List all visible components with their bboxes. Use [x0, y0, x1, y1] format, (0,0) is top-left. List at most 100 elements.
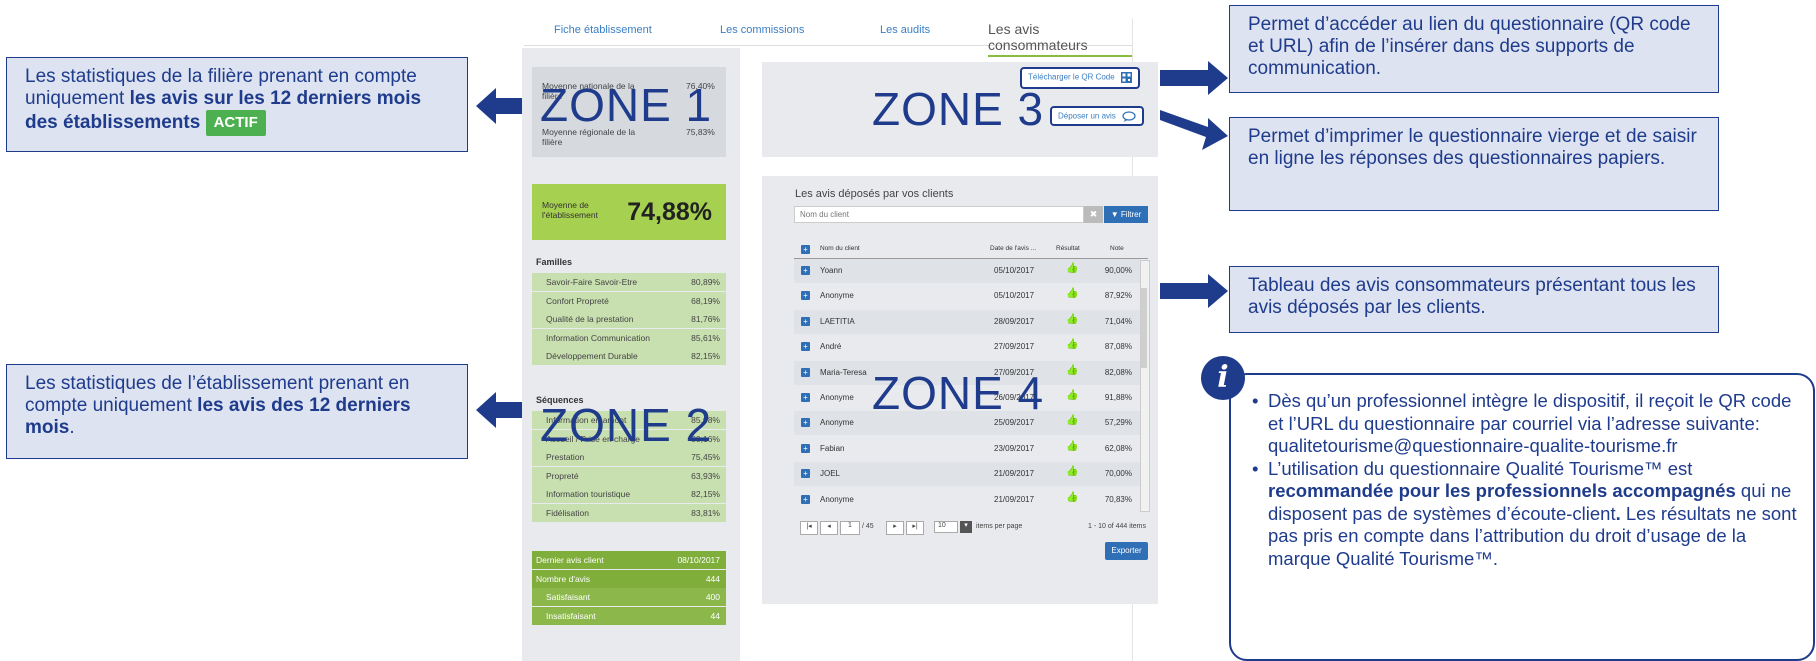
- per-page-select[interactable]: 10: [934, 521, 958, 533]
- sequences-row: Propreté 63,93%: [532, 466, 726, 485]
- summary-row-label: Dernier avis client: [536, 555, 604, 565]
- table-row[interactable]: + Anonyme 21/09/2017 👍 70,83%: [794, 488, 1140, 512]
- client-search-input[interactable]: [794, 206, 1084, 223]
- sequences-row-value: 63,93%: [691, 470, 720, 481]
- page-input[interactable]: 1: [840, 521, 860, 535]
- info-list: Dès qu’un professionnel intègre le dispo…: [1246, 390, 1806, 570]
- table-row[interactable]: + Anonyme 05/10/2017 👍 87,92%: [794, 284, 1140, 308]
- familles-row-value: 85,61%: [691, 332, 720, 343]
- chevron-down-icon[interactable]: ▾: [960, 521, 972, 533]
- col-result[interactable]: Résultat: [1056, 245, 1080, 252]
- client-name: Anonyme: [820, 393, 854, 402]
- last-page-button[interactable]: ▸|: [906, 521, 924, 535]
- expand-row-icon[interactable]: +: [801, 469, 810, 479]
- table-scrollbar-thumb[interactable]: [1141, 288, 1147, 368]
- reviews-table-header: + Nom du client Date de l'avis ... Résul…: [794, 242, 1148, 259]
- col-note[interactable]: Note: [1110, 245, 1124, 252]
- expand-all-icon[interactable]: +: [801, 245, 810, 254]
- summary-row-label: Insatisfaisant: [546, 610, 596, 621]
- sequences-row: Accueil / Prise en charge 80,16%: [532, 429, 726, 448]
- col-review-date[interactable]: Date de l'avis ...: [990, 245, 1036, 252]
- familles-row-label: Qualité de la prestation: [546, 314, 634, 324]
- expand-row-icon[interactable]: +: [801, 266, 810, 275]
- establishment-average-card: Moyenne de l'établissement 74,88%: [532, 184, 726, 240]
- filter-label: Filtrer: [1120, 210, 1142, 219]
- tab-commissions[interactable]: Les commissions: [720, 24, 804, 36]
- next-page-button[interactable]: ▸: [886, 521, 904, 535]
- sequences-row-value: 75,45%: [691, 452, 720, 462]
- prev-page-button[interactable]: ◂: [820, 521, 838, 535]
- table-row[interactable]: + Maria-Teresa 27/09/2017 👍 82,08%: [794, 360, 1140, 385]
- sequences-row: Information touristique 82,15%: [532, 485, 726, 503]
- info-bullet-2-bold: recommandée pour les professionnels acco…: [1268, 480, 1736, 501]
- expand-row-icon[interactable]: +: [801, 316, 810, 326]
- thumbs-up-icon: 👍: [1066, 390, 1079, 401]
- thumbs-up-icon: 👍: [1066, 466, 1079, 478]
- summary-row-label: Satisfaisant: [546, 592, 590, 602]
- summary-row: Nombre d'avis 444: [532, 569, 726, 588]
- client-name: Anonyme: [820, 494, 854, 504]
- table-row[interactable]: + Anonyme 25/09/2017 👍 57,29%: [794, 411, 1140, 436]
- items-range: 1 - 10 of 444 items: [1088, 523, 1146, 530]
- thumbs-up-icon: 👍: [1066, 491, 1079, 503]
- expand-row-icon[interactable]: +: [801, 494, 810, 504]
- review-note: 87,08%: [1104, 342, 1132, 352]
- familles-row: Qualité de la prestation 81,76%: [532, 310, 726, 328]
- thumbs-up-icon: 👍: [1066, 339, 1079, 351]
- download-qr-button[interactable]: Télécharger le QR Code: [1020, 67, 1140, 89]
- export-button[interactable]: Exporter: [1105, 542, 1148, 560]
- thumbs-up-icon: 👍: [1066, 263, 1079, 274]
- review-note: 91,88%: [1104, 393, 1132, 402]
- tab-fiche-etablissement[interactable]: Fiche établissement: [554, 24, 652, 36]
- familles-row: Confort Propreté 68,19%: [532, 291, 726, 310]
- qr-code-icon: [1120, 72, 1132, 83]
- expand-row-icon[interactable]: +: [801, 291, 810, 301]
- sequences-title: Séquences: [536, 395, 584, 405]
- filter-icon: ▼: [1110, 210, 1119, 219]
- client-name: Fabian: [820, 443, 845, 453]
- sequences-row-value: 82,15%: [691, 489, 720, 499]
- expand-row-icon[interactable]: +: [801, 443, 810, 453]
- expand-row-icon[interactable]: +: [801, 393, 810, 402]
- client-name: LAETITIA: [820, 316, 855, 326]
- review-note: 70,83%: [1104, 494, 1132, 504]
- summary-row-value: 400: [705, 592, 720, 602]
- page-count: / 45: [862, 523, 874, 530]
- callout-filiere-stats: Les statistiques de la filière prenant e…: [6, 57, 468, 152]
- callout-etablissement-stats: Les statistiques de l’établissement pren…: [6, 364, 468, 459]
- review-date: 05/10/2017: [994, 291, 1035, 301]
- arrow-left-icon: [476, 88, 524, 124]
- col-client-name[interactable]: Nom du client: [820, 245, 860, 252]
- deposit-review-button[interactable]: Déposer un avis: [1050, 106, 1145, 126]
- thumbs-up-icon: 👍: [1066, 415, 1079, 427]
- table-row[interactable]: + JOEL 21/09/2017 👍 70,00%: [794, 462, 1140, 487]
- first-page-button[interactable]: |◂: [800, 521, 818, 535]
- sequences-row-label: Accueil / Prise en charge: [546, 433, 641, 444]
- table-row[interactable]: + Anonyme 26/09/2017 👍 91,88%: [794, 386, 1140, 410]
- callout-etab-after: .: [69, 417, 75, 438]
- tab-audits[interactable]: Les audits: [880, 24, 930, 36]
- expand-row-icon[interactable]: +: [801, 342, 810, 352]
- review-note: 71,04%: [1104, 316, 1132, 326]
- sequences-row-label: Information touristique: [546, 489, 631, 499]
- arrow-right-icon: [1160, 274, 1228, 308]
- speech-bubble-icon: [1122, 111, 1136, 122]
- expand-row-icon[interactable]: +: [801, 418, 810, 428]
- thumbs-up-icon: 👍: [1066, 288, 1079, 300]
- table-row[interactable]: + LAETITIA 28/09/2017 👍 71,04%: [794, 309, 1140, 334]
- familles-row-label: Savoir-Faire Savoir-Etre: [546, 277, 638, 287]
- info-bullet-2-a: L’utilisation du questionnaire Qualité T…: [1268, 457, 1693, 479]
- expand-row-icon[interactable]: +: [801, 367, 810, 377]
- summary-row: Satisfaisant 400: [532, 588, 726, 606]
- info-icon: i: [1201, 356, 1245, 400]
- tab-avis-consommateurs[interactable]: Les avis consommateurs: [988, 21, 1132, 57]
- clear-search-icon[interactable]: ✖: [1084, 206, 1103, 223]
- review-date: 23/09/2017: [994, 443, 1035, 453]
- table-row[interactable]: + André 27/09/2017 👍 87,08%: [794, 335, 1140, 359]
- summary-row-value: 08/10/2017: [677, 555, 720, 565]
- table-row[interactable]: + Yoann 05/10/2017 👍 90,00%: [794, 259, 1140, 283]
- sequences-row-label: Prestation: [546, 452, 585, 462]
- table-row[interactable]: + Fabian 23/09/2017 👍 62,08%: [794, 437, 1140, 461]
- callout-table-text: Tableau des avis consommateurs présentan…: [1248, 275, 1696, 318]
- filter-button[interactable]: ▼ Filtrer: [1104, 206, 1148, 223]
